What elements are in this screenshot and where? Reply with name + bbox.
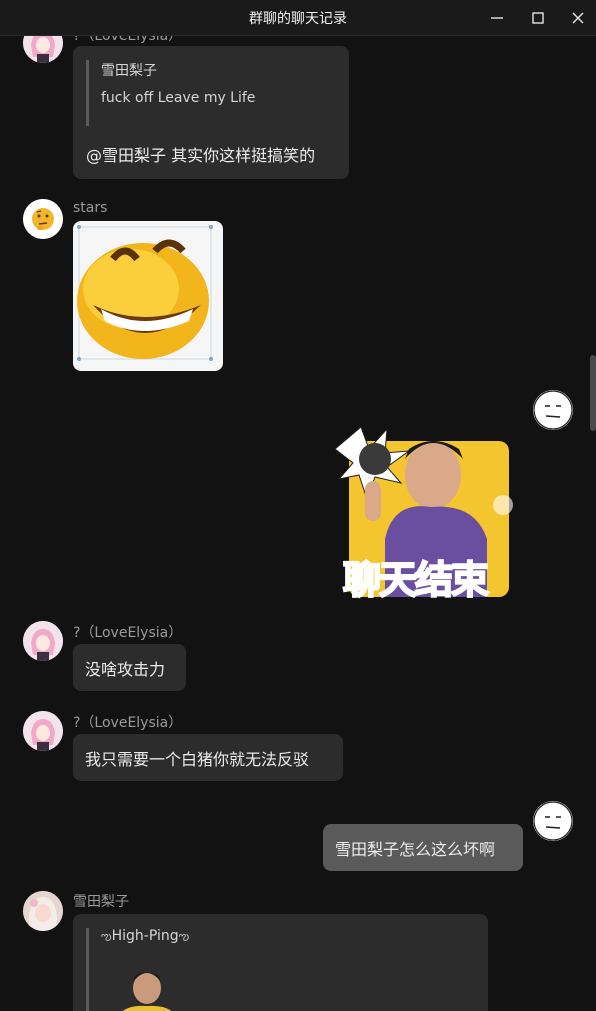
sender-name: ?（LoveElysia） [73, 715, 183, 731]
quoted-message[interactable]: 雪田梨子 fuck off Leave my Life [86, 60, 255, 126]
sender-name: 雪田梨子 [73, 894, 129, 910]
thinking-face-icon [23, 199, 63, 239]
ornament-left-icon: ఌ [101, 929, 112, 943]
girl-photo-avatar-icon [23, 891, 63, 931]
message-bubble[interactable]: 雪田梨子 fuck off Leave my Life @雪田梨子 其实你这样挺… [73, 46, 349, 179]
neutral-face-icon [533, 390, 573, 430]
message-text: 没啥攻击力 [85, 659, 166, 679]
maximize-icon [532, 11, 544, 24]
title-bar: 群聊的聊天记录 [0, 0, 596, 36]
sticker-caption: 聊天结束 [342, 557, 490, 603]
quoted-message[interactable]: ఌHigh-Pingఌ [86, 928, 189, 1011]
sender-name: stars [73, 200, 108, 216]
boy-photo-thumbnail-icon [122, 972, 172, 1011]
minimize-button[interactable] [477, 0, 517, 35]
message-bubble[interactable]: 雪田梨子怎么这么坏啊 [323, 824, 523, 871]
scrollbar-thumb[interactable] [590, 355, 596, 431]
neutral-face-icon [533, 801, 573, 841]
message-bubble[interactable]: ఌHigh-Pingఌ [73, 914, 488, 1011]
self-avatar[interactable] [533, 801, 573, 841]
message-bubble[interactable]: 我只需要一个白猪你就无法反驳 [73, 734, 343, 781]
quote-image[interactable] [111, 964, 181, 1011]
chat-history[interactable]: ?（LoveElysia） 雪田梨子 fuck off Leave my Lif… [0, 36, 596, 1011]
message-text: @雪田梨子 其实你这样挺搞笑的 [86, 146, 316, 165]
laughing-emoji-sticker-icon [77, 225, 213, 361]
minimize-icon [491, 16, 503, 19]
maximize-button[interactable] [518, 0, 558, 35]
self-avatar[interactable] [533, 390, 573, 430]
close-icon [572, 12, 584, 23]
avatar[interactable] [23, 711, 63, 751]
avatar[interactable] [23, 199, 63, 239]
image-message[interactable] [73, 221, 223, 371]
avatar[interactable] [23, 891, 63, 931]
message-text: 雪田梨子怎么这么坏啊 [335, 839, 496, 859]
quote-text: fuck off Leave my Life [101, 90, 256, 106]
sender-name: ?（LoveElysia） [73, 625, 183, 641]
avatar[interactable] [23, 621, 63, 661]
window-title: 群聊的聊天记录 [249, 10, 347, 27]
avatar[interactable] [23, 36, 63, 63]
quote-sender: ఌHigh-Pingఌ [101, 928, 189, 946]
anime-girl-avatar-icon [23, 36, 63, 63]
sender-name: ?（LoveElysia） [73, 36, 183, 44]
close-button[interactable] [558, 0, 596, 35]
quote-sender-name: High-Ping [111, 928, 179, 944]
message-bubble[interactable]: 没啥攻击力 [73, 644, 186, 691]
anime-girl-avatar-icon [23, 621, 63, 661]
anime-girl-avatar-icon [23, 711, 63, 751]
image-message[interactable]: 聊天结束 [334, 419, 523, 603]
message-text: 我只需要一个白猪你就无法反驳 [85, 749, 310, 769]
quote-sender: 雪田梨子 [101, 63, 157, 79]
ornament-right-icon: ఌ [178, 929, 190, 943]
